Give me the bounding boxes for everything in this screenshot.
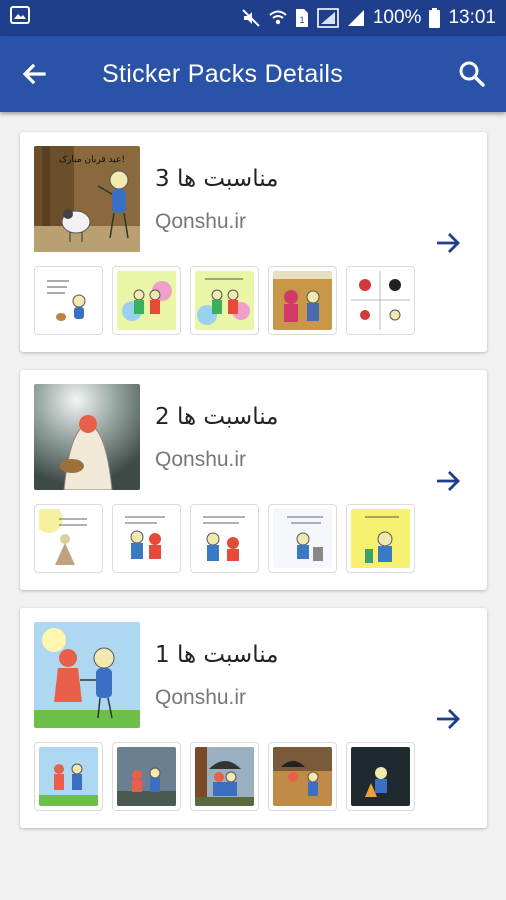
sticker-thumbnail[interactable] bbox=[346, 266, 415, 335]
pack-name: مناسبت ها 3 bbox=[155, 166, 279, 192]
arrow-right-icon[interactable] bbox=[433, 704, 463, 734]
sticker-thumbnail[interactable] bbox=[268, 742, 337, 811]
sticker-thumbnail[interactable] bbox=[112, 504, 181, 573]
back-arrow-icon[interactable] bbox=[18, 58, 50, 90]
data-icon bbox=[317, 8, 339, 28]
sticker-thumbnail[interactable] bbox=[34, 742, 103, 811]
sticker-preview-row bbox=[34, 504, 415, 573]
sticker-preview-row bbox=[34, 742, 415, 811]
pack-publisher: Qonshu.ir bbox=[155, 210, 247, 233]
sticker-thumbnail[interactable] bbox=[268, 504, 337, 573]
sticker-thumbnail[interactable] bbox=[190, 504, 259, 573]
status-bar: 1 100% 13:01 bbox=[0, 0, 506, 36]
pack-publisher: Qonshu.ir bbox=[155, 448, 247, 471]
sticker-thumbnail[interactable] bbox=[112, 266, 181, 335]
wifi-icon bbox=[269, 9, 287, 27]
sticker-pack-card[interactable]: مناسبت ها 1 Qonshu.ir bbox=[20, 608, 487, 828]
search-icon[interactable] bbox=[456, 58, 488, 90]
sticker-thumbnail[interactable] bbox=[190, 266, 259, 335]
pack-tray-image bbox=[34, 622, 140, 728]
sticker-pack-card[interactable]: عید قربان مبارک! مناسبت ها 3 Qonshu.ir bbox=[20, 132, 487, 352]
battery-percent: 100% bbox=[372, 7, 422, 28]
sticker-thumbnail[interactable] bbox=[346, 742, 415, 811]
sticker-thumbnail[interactable] bbox=[34, 266, 103, 335]
sticker-thumbnail[interactable] bbox=[268, 266, 337, 335]
pack-name: مناسبت ها 1 bbox=[155, 642, 279, 668]
pack-tray-image: عید قربان مبارک! bbox=[34, 146, 140, 252]
gallery-icon bbox=[10, 5, 30, 31]
app-bar: Sticker Packs Details bbox=[0, 36, 506, 112]
pack-name: مناسبت ها 2 bbox=[155, 404, 279, 430]
signal-icon bbox=[347, 9, 365, 27]
tray-caption: عید قربان مبارک! bbox=[59, 154, 125, 165]
sticker-thumbnail[interactable] bbox=[112, 742, 181, 811]
pack-publisher: Qonshu.ir bbox=[155, 686, 247, 709]
sticker-thumbnail[interactable] bbox=[190, 742, 259, 811]
sticker-thumbnail[interactable] bbox=[34, 504, 103, 573]
pack-tray-image bbox=[34, 384, 140, 490]
page-title: Sticker Packs Details bbox=[102, 60, 344, 88]
mute-icon bbox=[241, 8, 261, 28]
clock: 13:01 bbox=[448, 7, 496, 28]
sticker-preview-row bbox=[34, 266, 415, 335]
arrow-right-icon[interactable] bbox=[433, 228, 463, 258]
arrow-right-icon[interactable] bbox=[433, 466, 463, 496]
sticker-pack-card[interactable]: مناسبت ها 2 Qonshu.ir bbox=[20, 370, 487, 590]
sim-icon: 1 bbox=[295, 8, 309, 28]
battery-icon bbox=[429, 8, 441, 28]
sticker-thumbnail[interactable] bbox=[346, 504, 415, 573]
svg-text:1: 1 bbox=[299, 15, 304, 25]
